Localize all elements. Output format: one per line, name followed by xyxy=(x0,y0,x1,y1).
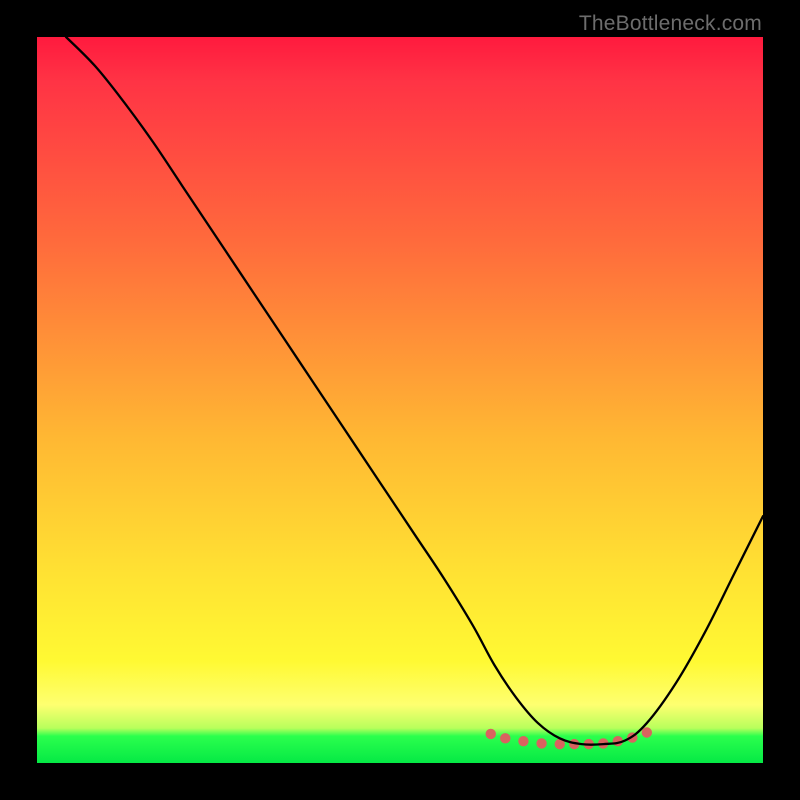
optimal-marker xyxy=(642,727,652,737)
optimal-marker xyxy=(500,733,510,743)
optimal-marker xyxy=(518,736,528,746)
bottleneck-curve xyxy=(66,37,763,745)
chart-frame: TheBottleneck.com xyxy=(0,0,800,800)
watermark-text: TheBottleneck.com xyxy=(579,12,762,36)
bottleneck-curve-svg xyxy=(37,37,763,763)
optimal-marker xyxy=(536,738,546,748)
plot-area xyxy=(37,37,763,763)
optimal-marker xyxy=(486,729,496,739)
